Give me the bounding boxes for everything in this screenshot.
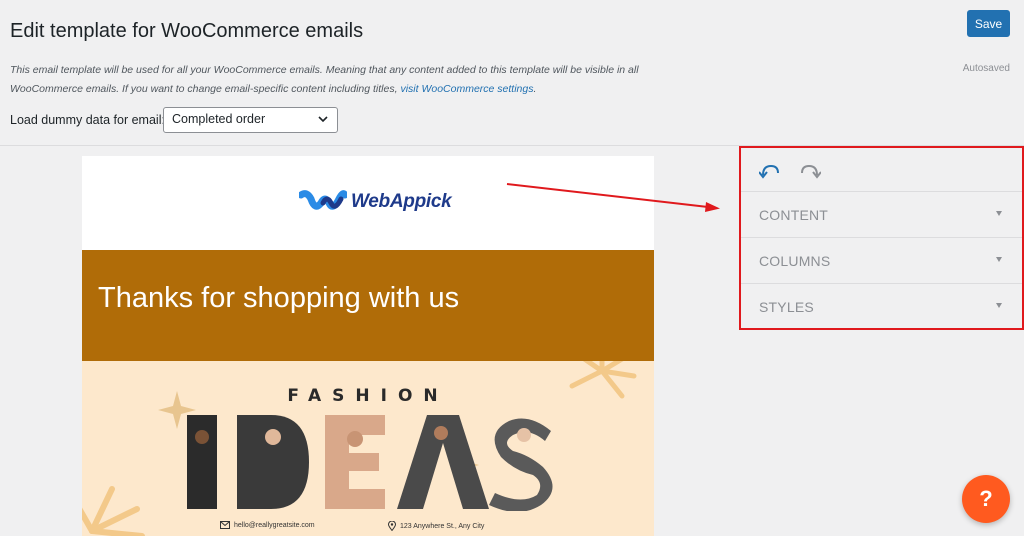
mail-icon	[220, 521, 230, 529]
section-label-content: CONTENT	[759, 207, 829, 223]
dummy-data-select[interactable]: Completed order	[163, 107, 338, 133]
description-line-2: WooCommerce emails. If you want to chang…	[10, 83, 401, 95]
dummy-data-label: Load dummy data for email:	[10, 113, 165, 127]
help-button[interactable]: ?	[962, 475, 1010, 523]
editor-sidebar-panel: CONTENT COLUMNS STYLES	[739, 146, 1024, 330]
caret-down-icon	[996, 211, 1002, 216]
sunburst-icon-left	[82, 486, 145, 536]
section-label-columns: COLUMNS	[759, 253, 831, 269]
contact-email-text: hello@reallygreatsite.com	[234, 521, 315, 529]
description-end: .	[533, 83, 537, 95]
woocommerce-settings-link[interactable]: visit WooCommerce settings	[400, 83, 533, 95]
panel-section-content[interactable]: CONTENT	[741, 192, 1022, 238]
webappick-logo-icon	[299, 190, 347, 210]
undo-icon	[758, 164, 779, 179]
email-heading-text: Thanks for shopping with us	[98, 282, 460, 314]
chevron-down-icon	[318, 116, 328, 123]
template-description: This email template will be used for all…	[10, 61, 710, 99]
dummy-data-select-value: Completed order	[172, 112, 266, 126]
redo-icon	[801, 164, 822, 179]
hero-fashion-text: FASHION	[287, 386, 449, 406]
contact-email: hello@reallygreatsite.com	[220, 521, 315, 529]
hero-image[interactable]: FASHION hello@reallygreatsite.com 123 An…	[82, 361, 654, 536]
undo-button[interactable]	[758, 162, 781, 182]
save-button[interactable]: Save	[967, 10, 1010, 37]
logo-text: WebAppick	[351, 191, 452, 212]
email-heading-block[interactable]: Thanks for shopping with us	[82, 250, 654, 361]
contact-address: 123 Anywhere St., Any City	[388, 521, 484, 531]
hero-ideas-letters	[187, 415, 553, 511]
email-logo-block[interactable]: WebAppick	[82, 156, 654, 250]
redo-button[interactable]	[799, 162, 822, 182]
webappick-logo: WebAppick	[299, 189, 452, 215]
page-title: Edit template for WooCommerce emails	[10, 20, 364, 42]
description-line-1: This email template will be used for all…	[10, 64, 639, 76]
panel-section-styles[interactable]: STYLES	[741, 284, 1022, 330]
email-preview-canvas[interactable]: WebAppick Thanks for shopping with us FA…	[82, 156, 654, 536]
history-controls	[741, 148, 1022, 192]
contact-address-text: 123 Anywhere St., Any City	[400, 522, 485, 530]
caret-down-icon	[996, 303, 1002, 308]
autosaved-status: Autosaved	[962, 63, 1010, 74]
section-label-styles: STYLES	[759, 299, 814, 315]
panel-section-columns[interactable]: COLUMNS	[741, 238, 1022, 284]
caret-down-icon	[996, 257, 1002, 262]
editor-header: Edit template for WooCommerce emails Sav…	[0, 0, 1024, 146]
location-pin-icon	[388, 521, 396, 531]
